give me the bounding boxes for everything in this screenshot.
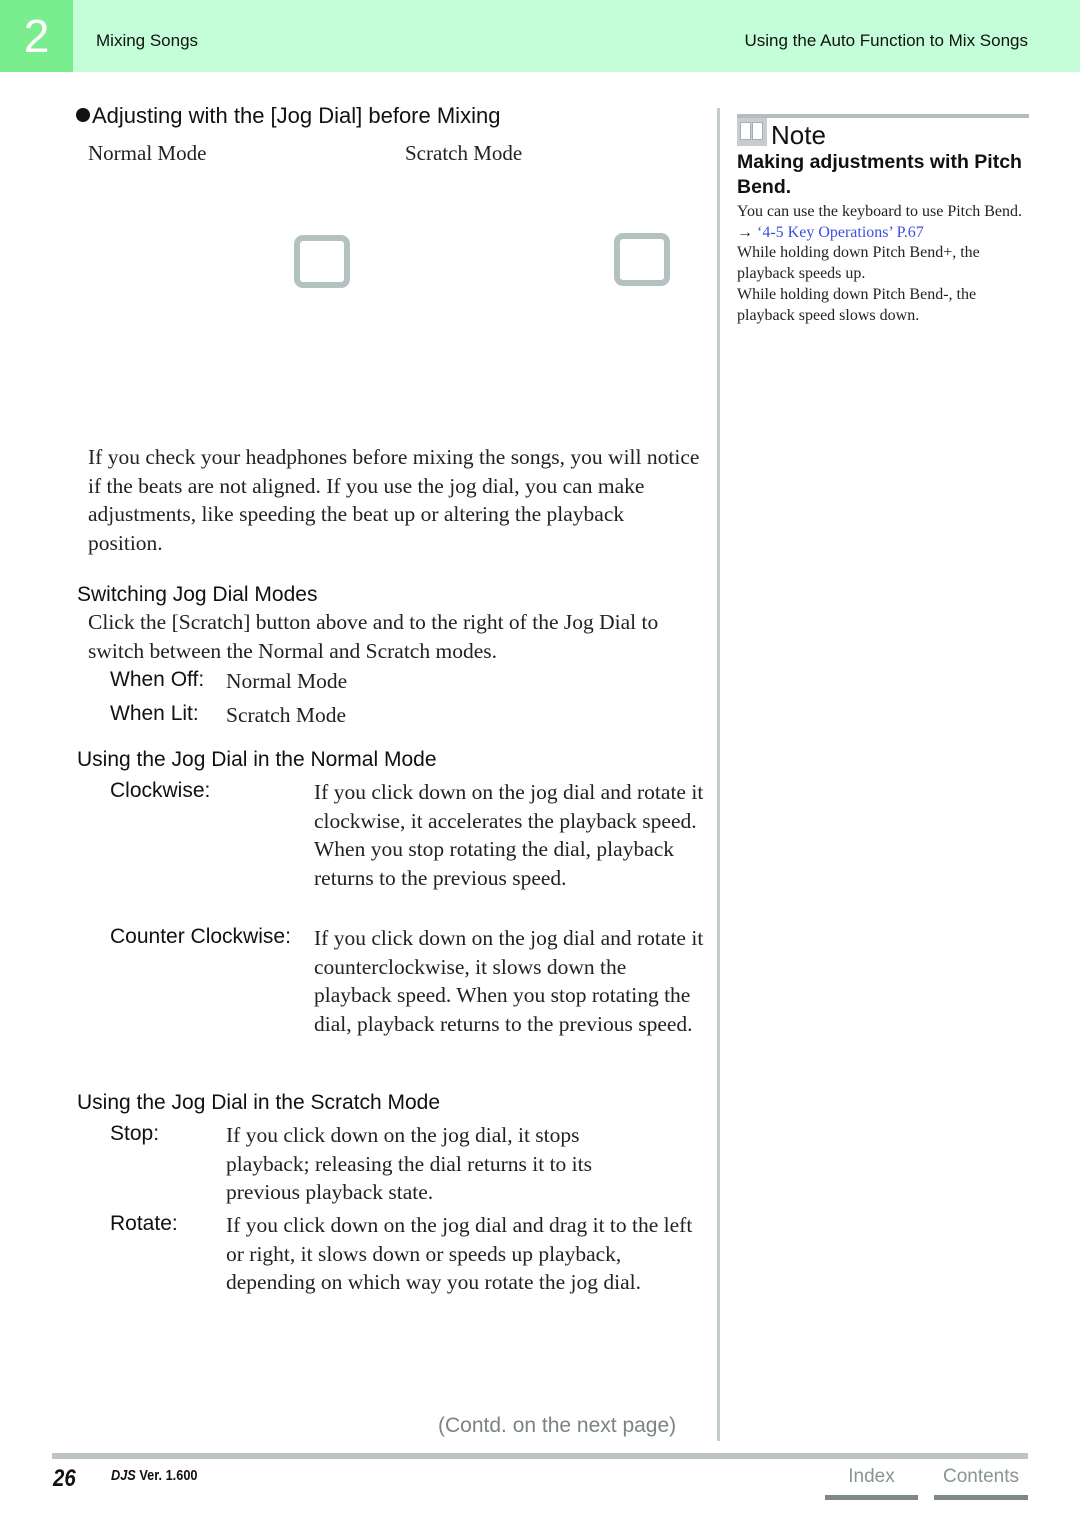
note-body: You can use the keyboard to use Pitch Be…	[737, 202, 1029, 326]
continued-label: (Contd. on the next page)	[438, 1414, 677, 1437]
note-line-3: While holding down Pitch Bend-, the play…	[737, 285, 977, 324]
note-line-2: While holding down Pitch Bend+, the play…	[737, 244, 980, 283]
stop-description: If you click down on the jog dial, it st…	[226, 1123, 592, 1204]
chapter-number: 2	[0, 0, 73, 72]
rotate-term: Rotate:	[110, 1212, 178, 1235]
stop-term: Stop:	[110, 1122, 160, 1145]
page-header: 2 Mixing Songs Using the Auto Function t…	[0, 0, 1080, 72]
scratch-mode-heading: Using the Jog Dial in the Scratch Mode	[77, 1091, 441, 1114]
note-top-rule	[737, 114, 1029, 118]
page-number: 26	[53, 1465, 76, 1492]
note-line-1: You can use the keyboard to use Pitch Be…	[737, 203, 1022, 220]
switching-heading: Switching Jog Dial Modes	[77, 583, 318, 606]
counter-clockwise-term: Counter Clockwise:	[110, 925, 291, 948]
clockwise-term: Clockwise:	[110, 779, 211, 802]
main-section-heading: Adjusting with the [Jog Dial] before Mix…	[76, 103, 500, 129]
open-book-icon	[737, 118, 767, 146]
when-off-value: Normal Mode	[226, 669, 348, 693]
section-title: Using the Auto Function to Mix Songs	[744, 31, 1029, 50]
chapter-title: Mixing Songs	[96, 31, 199, 50]
scratch-mode-label: Scratch Mode	[405, 141, 523, 165]
note-link-row: → ‘4-5 Key Operations’ P.67	[737, 223, 1029, 244]
counter-clockwise-description: If you click down on the jog dial and ro…	[314, 926, 704, 1036]
normal-mode-image-placeholder	[294, 235, 350, 288]
when-lit-value: Scratch Mode	[226, 703, 347, 727]
normal-mode-heading: Using the Jog Dial in the Normal Mode	[77, 748, 437, 771]
version-number: Ver. 1.600	[139, 1467, 198, 1484]
bullet-icon	[76, 108, 90, 122]
column-divider	[717, 108, 720, 1441]
when-off-term: When Off:	[110, 668, 205, 691]
note-heading: Making adjustments with Pitch Bend.	[737, 151, 1022, 198]
normal-mode-label: Normal Mode	[88, 141, 207, 165]
product-name: DJS	[111, 1467, 136, 1484]
index-link[interactable]: Index	[825, 1466, 918, 1500]
contents-link[interactable]: Contents	[934, 1466, 1028, 1500]
scratch-mode-image-placeholder	[614, 233, 670, 286]
contents-underline	[934, 1495, 1028, 1500]
switching-paragraph: Click the [Scratch] button above and to …	[88, 610, 659, 663]
clockwise-description: If you click down on the jog dial and ro…	[314, 780, 704, 890]
index-underline	[825, 1495, 918, 1500]
rotate-description: If you click down on the jog dial and dr…	[226, 1213, 693, 1294]
footer-rule	[52, 1453, 1028, 1459]
note-title: Note	[771, 120, 826, 150]
intro-paragraph: If you check your headphones before mixi…	[88, 445, 700, 555]
product-version: DJS Ver. 1.600	[111, 1467, 198, 1484]
key-operations-link[interactable]: ‘4-5 Key Operations’ P.67	[757, 224, 924, 241]
when-lit-term: When Lit:	[110, 702, 199, 725]
arrow-right-icon: →	[737, 223, 753, 241]
